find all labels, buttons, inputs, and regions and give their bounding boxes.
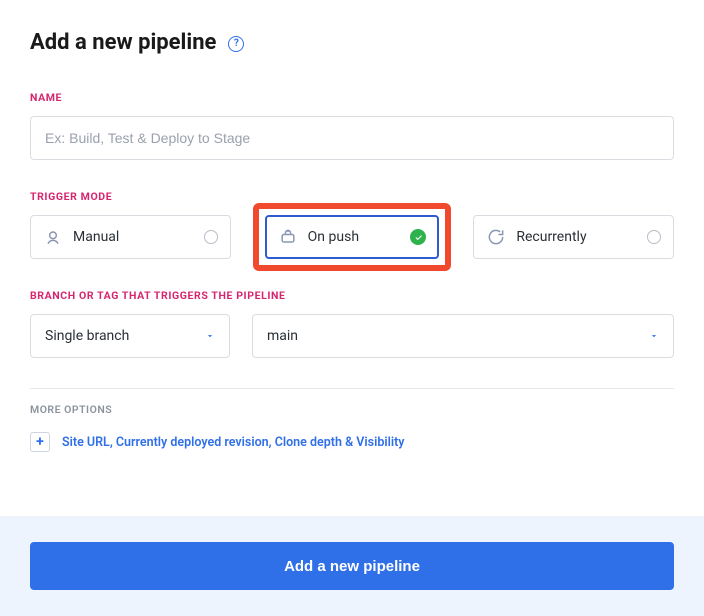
- trigger-mode-label: TRIGGER MODE: [30, 190, 674, 203]
- page-title: Add a new pipeline: [30, 30, 216, 55]
- expand-more-options-button[interactable]: +: [30, 432, 50, 452]
- submit-button[interactable]: Add a new pipeline: [30, 542, 674, 590]
- branch-name-value: main: [267, 328, 298, 344]
- trigger-mode-block: TRIGGER MODE Manual: [30, 190, 674, 259]
- help-icon[interactable]: ?: [228, 36, 244, 52]
- chevron-down-icon: [205, 331, 215, 341]
- check-icon: [410, 229, 426, 245]
- trigger-option-label: Manual: [73, 229, 194, 245]
- trigger-option-manual[interactable]: Manual: [30, 215, 231, 259]
- pipeline-name-input[interactable]: [30, 116, 674, 160]
- branch-scope-value: Single branch: [45, 328, 129, 344]
- branch-scope-select[interactable]: Single branch: [30, 314, 230, 358]
- name-label: NAME: [30, 91, 674, 104]
- trigger-option-recurrently[interactable]: Recurrently: [473, 215, 674, 259]
- more-options-link[interactable]: Site URL, Currently deployed revision, C…: [62, 435, 405, 450]
- more-options-label: MORE OPTIONS: [30, 403, 674, 416]
- branch-name-select[interactable]: main: [252, 314, 674, 358]
- highlight-on-push: On push: [253, 203, 452, 271]
- on-push-icon: [278, 227, 298, 247]
- chevron-down-icon: [649, 331, 659, 341]
- branch-label: BRANCH OR TAG THAT TRIGGERS THE PIPELINE: [30, 289, 674, 302]
- trigger-option-label: Recurrently: [516, 229, 637, 245]
- trigger-option-on-push[interactable]: On push: [265, 215, 440, 259]
- footer-bar: Add a new pipeline: [0, 516, 704, 616]
- name-field-block: NAME: [30, 91, 674, 160]
- manual-icon: [43, 227, 63, 247]
- branch-block: BRANCH OR TAG THAT TRIGGERS THE PIPELINE…: [30, 289, 674, 358]
- recurrently-icon: [486, 227, 506, 247]
- trigger-option-label: On push: [308, 229, 401, 245]
- radio-icon: [204, 230, 218, 244]
- divider: [30, 388, 674, 389]
- radio-icon: [647, 230, 661, 244]
